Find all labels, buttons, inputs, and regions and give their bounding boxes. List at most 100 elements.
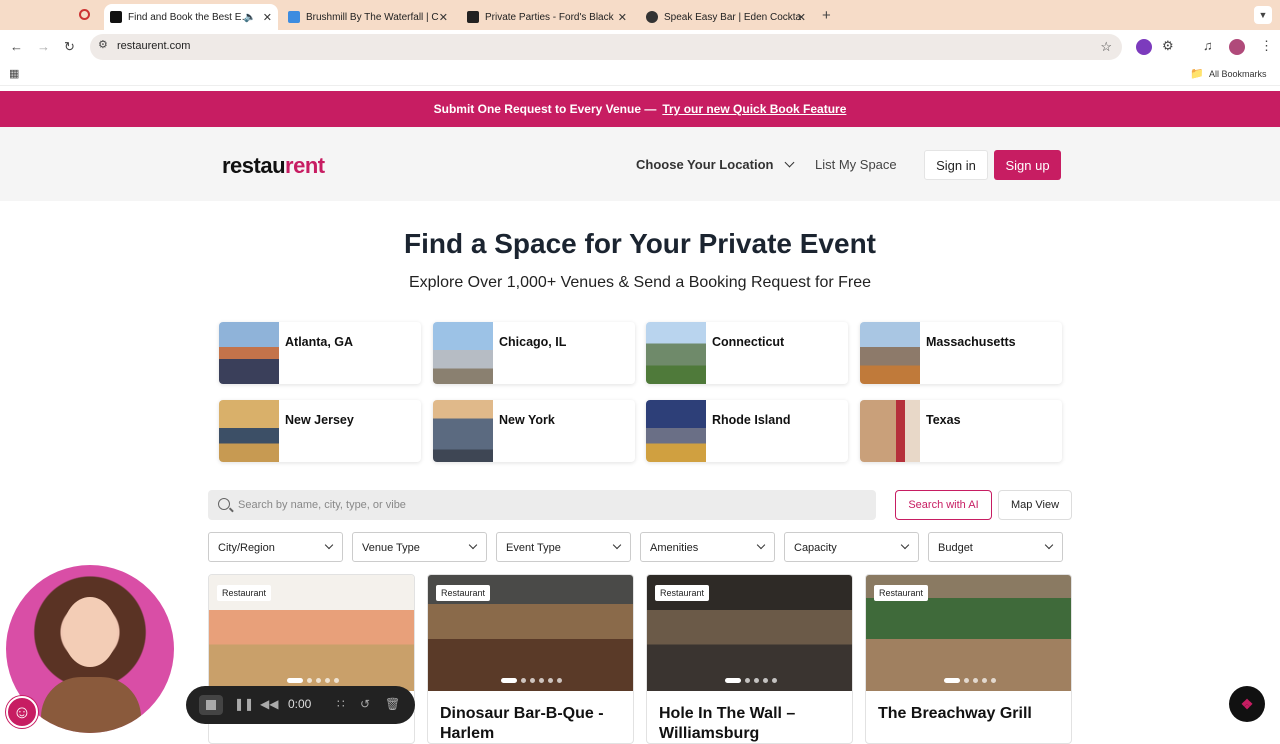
venue-card[interactable]: Restaurant The Breachway Grill (865, 574, 1072, 744)
location-name: Rhode Island (712, 413, 791, 427)
chevron-down-icon (784, 157, 795, 168)
venue-name[interactable]: The Breachway Grill (878, 704, 1063, 724)
chat-widget-icon[interactable]: ❖ (1229, 686, 1265, 722)
location-card-new-york[interactable]: New York (433, 400, 635, 462)
search-with-ai-button[interactable]: Search with AI (895, 490, 992, 520)
chevron-down-icon (324, 540, 334, 550)
filter-event-type[interactable]: Event Type (496, 532, 631, 562)
tab-private-parties[interactable]: Private Parties - Ford's Black ✕ (461, 4, 633, 30)
venue-card[interactable]: Restaurant Dinosaur Bar-B-Que - Harlem (427, 574, 634, 744)
apps-grid-icon[interactable]: ▦ (9, 69, 19, 80)
browser-toolbar: ← → ↻ ⚙ restaurent.com ☆ ⚙ ♫ ⋮ (0, 30, 1280, 64)
tab-search-icon[interactable]: ▼ (1254, 6, 1272, 24)
location-card-rhode-island[interactable]: Rhode Island (646, 400, 848, 462)
accessibility-icon[interactable]: ☺ (6, 696, 38, 728)
filter-city-region[interactable]: City/Region (208, 532, 343, 562)
location-name: New Jersey (285, 413, 354, 427)
location-card-chicago[interactable]: Chicago, IL (433, 322, 635, 384)
pause-icon[interactable]: ❚❚ (234, 697, 254, 711)
promo-banner: Submit One Request to Every Venue — Try … (0, 91, 1280, 127)
location-name: Texas (926, 413, 961, 427)
restart-icon[interactable]: ↺ (360, 697, 370, 711)
filter-label: Budget (938, 542, 973, 554)
venue-type-badge: Restaurant (436, 585, 491, 601)
bookmarks-bar: ▦ 📁 All Bookmarks (0, 64, 1280, 86)
chevron-down-icon (756, 540, 766, 550)
new-york-skyline-image (433, 400, 493, 462)
extension-icon[interactable] (1136, 39, 1152, 55)
site-header: restaurent Choose Your Location List My … (0, 127, 1280, 201)
stop-recording-button[interactable] (199, 695, 223, 715)
venue-type-badge: Restaurant (655, 585, 710, 601)
restaurent-logo[interactable]: restaurent (222, 153, 325, 179)
close-tab-icon[interactable]: ✕ (263, 11, 272, 24)
carousel-dots[interactable] (647, 678, 852, 683)
speaker-icon[interactable]: 🔈 (244, 12, 256, 23)
filter-budget[interactable]: Budget (928, 532, 1063, 562)
new-jersey-bridge-image (219, 400, 279, 462)
screen-recorder-controls: ❚❚ ◀◀ 0:00 ∷ ↺ 🗑 (186, 686, 415, 724)
rhode-island-city-image (646, 400, 706, 462)
reload-icon[interactable]: ↻ (64, 40, 75, 53)
restaurent-favicon (110, 11, 122, 23)
carousel-dots[interactable] (866, 678, 1071, 683)
atlanta-skyline-image (219, 322, 279, 384)
forward-icon[interactable]: → (37, 40, 50, 53)
close-tab-icon[interactable]: ✕ (797, 11, 806, 24)
sign-up-button[interactable]: Sign up (994, 150, 1061, 180)
venue-type-badge: Restaurant (217, 585, 272, 601)
tab-brushmill[interactable]: Brushmill By The Waterfall | C ✕ (282, 4, 454, 30)
carousel-dots[interactable] (428, 678, 633, 683)
map-view-button[interactable]: Map View (998, 490, 1072, 520)
location-card-texas[interactable]: Texas (860, 400, 1062, 462)
location-name: Massachusetts (926, 335, 1016, 349)
venue-name[interactable]: Hole In The Wall – Williamsburg (659, 704, 844, 743)
filter-label: City/Region (218, 542, 275, 554)
address-bar[interactable]: ⚙ restaurent.com ☆ (90, 34, 1122, 60)
logo-part-a: restau (222, 153, 286, 178)
folder-icon[interactable]: 📁 (1190, 69, 1204, 80)
trash-icon[interactable]: 🗑 (385, 697, 400, 711)
bookmark-star-icon[interactable]: ☆ (1100, 40, 1112, 53)
tab-find-and-book[interactable]: Find and Book the Best E… 🔈 ✕ (104, 4, 278, 30)
back-icon[interactable]: ← (10, 40, 23, 53)
quick-book-link[interactable]: Try our new Quick Book Feature (662, 102, 846, 116)
location-name: Atlanta, GA (285, 335, 354, 349)
profile-avatar[interactable] (1229, 39, 1245, 55)
filter-label: Capacity (794, 542, 837, 554)
venue-card[interactable]: Restaurant Hole In The Wall – Williamsbu… (646, 574, 853, 744)
filter-venue-type[interactable]: Venue Type (352, 532, 487, 562)
eden-favicon (646, 11, 658, 23)
filter-amenities[interactable]: Amenities (640, 532, 775, 562)
list-my-space-link[interactable]: List My Space (815, 157, 897, 172)
carousel-dots[interactable] (209, 678, 414, 683)
choose-location-dropdown[interactable]: Choose Your Location (636, 157, 795, 172)
location-card-massachusetts[interactable]: Massachusetts (860, 322, 1062, 384)
url-text[interactable]: restaurent.com (117, 40, 190, 52)
chicago-bean-image (433, 322, 493, 384)
location-name: New York (499, 413, 555, 427)
close-tab-icon[interactable]: ✕ (618, 11, 627, 24)
close-tab-icon[interactable]: ✕ (439, 11, 448, 24)
site-info-icon[interactable]: ⚙ (98, 40, 108, 51)
record-icon[interactable] (79, 9, 90, 20)
tab-title: Find and Book the Best E… (128, 11, 252, 23)
location-card-atlanta[interactable]: Atlanta, GA (219, 322, 421, 384)
sign-in-button[interactable]: Sign in (924, 150, 988, 180)
filter-capacity[interactable]: Capacity (784, 532, 919, 562)
search-input[interactable] (238, 490, 858, 520)
venue-type-badge: Restaurant (874, 585, 929, 601)
media-controls-icon[interactable]: ♫ (1203, 39, 1213, 52)
all-bookmarks-label[interactable]: All Bookmarks (1209, 69, 1267, 79)
puzzle-icon[interactable]: ⚙ (1162, 39, 1174, 52)
grid-icon[interactable]: ∷ (337, 697, 345, 711)
location-card-new-jersey[interactable]: New Jersey (219, 400, 421, 462)
location-card-connecticut[interactable]: Connecticut (646, 322, 848, 384)
rewind-icon[interactable]: ◀◀ (260, 697, 278, 711)
tab-speak-easy[interactable]: Speak Easy Bar | Eden Cockta ✕ (640, 4, 812, 30)
texas-capitol-image (860, 400, 920, 462)
new-tab-icon[interactable]: + (822, 8, 831, 23)
menu-icon[interactable]: ⋮ (1260, 39, 1273, 52)
venue-name[interactable]: Dinosaur Bar-B-Que - Harlem (440, 704, 625, 743)
presenter-body (41, 677, 141, 733)
